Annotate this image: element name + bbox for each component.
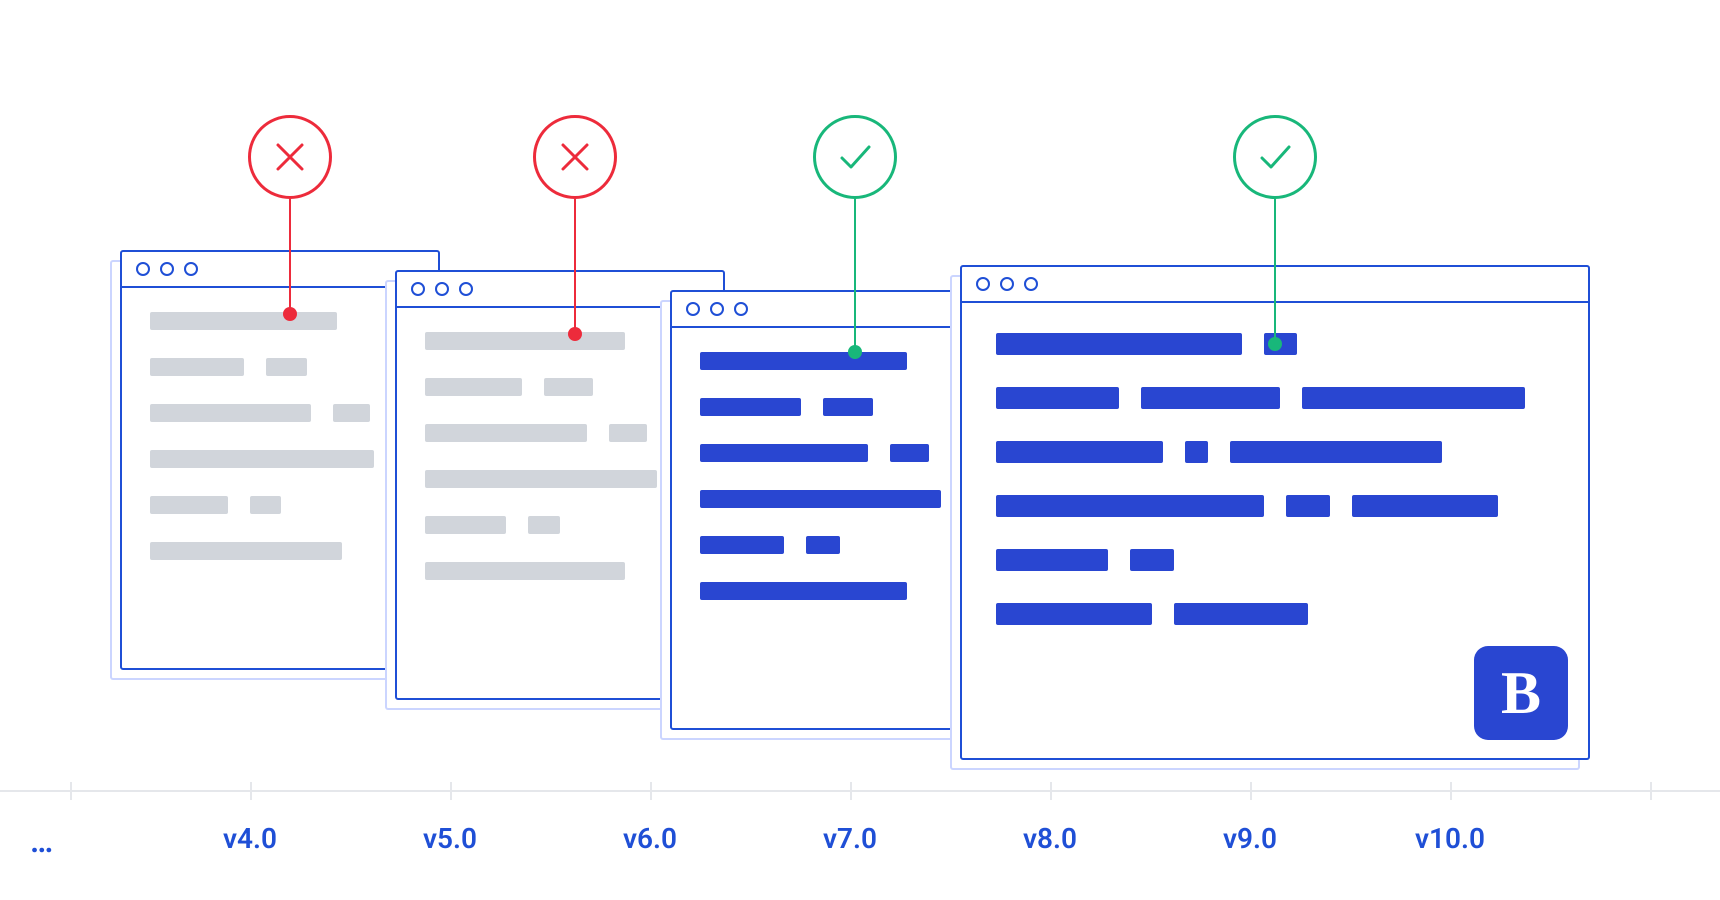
window-control-icon [734,302,748,316]
window-control-icon [976,277,990,291]
window-titlebar [962,267,1588,303]
check-icon [1233,115,1317,199]
timeline-axis: v4.0 v5.0 v6.0 v7.0 v8.0 v9.0 v10.0 [0,790,1720,810]
window-control-icon [160,262,174,276]
window-control-icon [686,302,700,316]
check-icon [813,115,897,199]
window-body [672,328,1008,656]
bootstrap-badge-icon: B [1474,646,1568,740]
window-control-icon [710,302,724,316]
diagram-stage: B v4.0 v5.0 v6.0 [0,0,1720,900]
window-body [962,303,1588,683]
browser-window-3 [670,290,1010,730]
axis-tick-label: v7.0 [823,822,877,855]
browser-window-4: B [960,265,1590,760]
axis-tick-label: v6.0 [623,822,677,855]
axis-ellipsis: … [30,822,53,860]
axis-tick-label: v9.0 [1223,822,1277,855]
axis-tick-label: v8.0 [1023,822,1077,855]
window-control-icon [411,282,425,296]
browser-window-1 [120,250,440,670]
axis-tick-label: v5.0 [423,822,477,855]
window-control-icon [1000,277,1014,291]
cross-icon [533,115,617,199]
cross-icon [248,115,332,199]
window-titlebar [672,292,1008,328]
window-titlebar [122,252,438,288]
window-control-icon [435,282,449,296]
window-body [122,288,438,616]
window-control-icon [1024,277,1038,291]
axis-tick-label: v10.0 [1415,822,1485,855]
window-control-icon [459,282,473,296]
window-control-icon [184,262,198,276]
badge-letter: B [1501,659,1541,728]
axis-tick-label: v4.0 [223,822,277,855]
window-control-icon [136,262,150,276]
